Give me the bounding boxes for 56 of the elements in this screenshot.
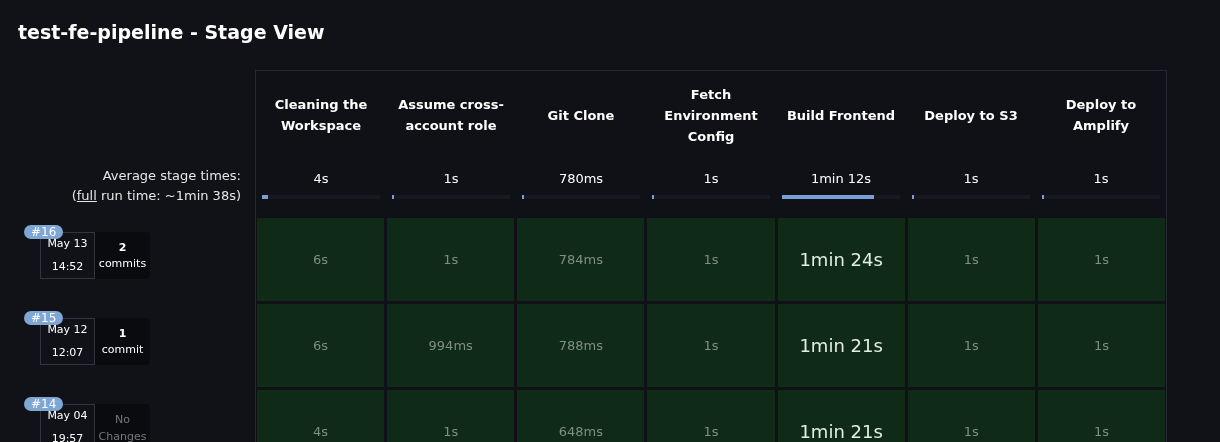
- stage-duration-cell[interactable]: 6s: [257, 218, 385, 301]
- build-date: May 12: [47, 322, 88, 338]
- stage-duration-cell[interactable]: 1s: [1037, 390, 1165, 442]
- stage-duration-cell[interactable]: 1min 21s: [777, 390, 905, 442]
- stage-duration-cell[interactable]: 788ms: [517, 304, 645, 387]
- average-time: 1s: [443, 170, 459, 188]
- changes-box[interactable]: No Changes: [95, 404, 150, 442]
- page-title: test-fe-pipeline - Stage View: [18, 20, 326, 45]
- build-date: May 13: [47, 236, 88, 252]
- stage-duration-cell[interactable]: 1s: [647, 390, 775, 442]
- stage-header: Fetch Environment Config: [663, 85, 759, 146]
- stage-duration-cell[interactable]: 1s: [647, 304, 775, 387]
- changes-box[interactable]: 2 commits: [95, 232, 150, 279]
- stage-header: Assume cross-account role: [397, 96, 505, 135]
- stage-duration-cell[interactable]: 1s: [387, 390, 515, 442]
- full-run-time-text: (full run time: ~1min 38s): [71, 187, 241, 205]
- stage-header: Git Clone: [547, 106, 615, 125]
- stage-duration-cell[interactable]: 1s: [387, 218, 515, 301]
- no-changes-label: No Changes: [97, 411, 148, 442]
- average-stage-times-label: Average stage times:: [102, 167, 241, 185]
- build-number-badge[interactable]: #16: [24, 225, 64, 239]
- stage-duration-cell[interactable]: 1s: [907, 304, 1035, 387]
- stage-duration-cell[interactable]: 784ms: [517, 218, 645, 301]
- stage-duration-cell[interactable]: 648ms: [517, 390, 645, 442]
- commit-count: 1: [118, 325, 127, 342]
- stage-header: Cleaning the Workspace: [273, 96, 369, 135]
- build-time: 19:57: [51, 431, 84, 442]
- stage-duration-cell[interactable]: 994ms: [387, 304, 515, 387]
- stage-duration-cell[interactable]: 1s: [1037, 304, 1165, 387]
- stage-duration-cell[interactable]: 1s: [907, 218, 1035, 301]
- average-time: 4s: [313, 170, 329, 188]
- build-time: 12:07: [51, 345, 84, 361]
- commit-label: commits: [98, 255, 147, 272]
- stage-header: Deploy to S3: [924, 106, 1018, 125]
- stage-duration-cell[interactable]: 6s: [257, 304, 385, 387]
- build-number-badge[interactable]: #14: [24, 397, 64, 411]
- stage-duration-cell[interactable]: 1s: [647, 218, 775, 301]
- build-time: 14:52: [51, 259, 84, 275]
- stage-header: Deploy to Amplify: [1064, 96, 1138, 135]
- average-time: 1s: [1093, 170, 1109, 188]
- commit-label: commit: [101, 341, 144, 358]
- average-time: 1min 12s: [810, 170, 872, 188]
- changes-box[interactable]: 1 commit: [95, 318, 150, 365]
- average-time: 1s: [963, 170, 979, 188]
- stage-duration-cell[interactable]: 1s: [1037, 218, 1165, 301]
- stage-duration-cell[interactable]: 1min 21s: [777, 304, 905, 387]
- average-time: 780ms: [558, 170, 604, 188]
- stage-duration-cell[interactable]: 1s: [907, 390, 1035, 442]
- build-number-badge[interactable]: #15: [24, 311, 64, 325]
- stage-duration-cell[interactable]: 4s: [257, 390, 385, 442]
- commit-count: 2: [118, 239, 127, 256]
- build-date: May 04: [47, 408, 88, 424]
- stage-duration-cell[interactable]: 1min 24s: [777, 218, 905, 301]
- full-run-link[interactable]: full: [76, 188, 97, 203]
- average-time: 1s: [703, 170, 719, 188]
- stage-header: Build Frontend: [786, 106, 896, 125]
